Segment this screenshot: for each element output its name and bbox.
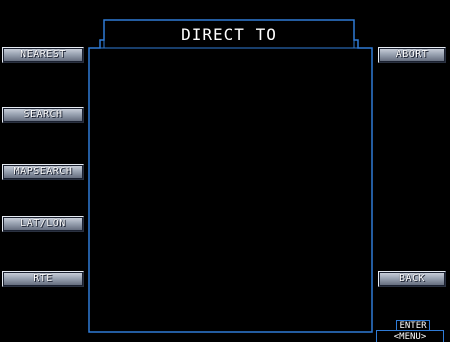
search-button[interactable]: SEARCH <box>2 107 84 123</box>
rte-button[interactable]: RTE <box>2 271 84 287</box>
panel-outline <box>88 19 373 333</box>
nearest-button[interactable]: NEAREST <box>2 47 84 63</box>
menu-label[interactable]: <MENU> <box>376 330 444 342</box>
back-button[interactable]: BACK <box>378 271 446 287</box>
abort-button[interactable]: ABORT <box>378 47 446 63</box>
mapsearch-button[interactable]: MAPSEARCH <box>2 164 84 180</box>
enter-menu-control[interactable]: ENTER <MENU> <box>376 320 448 342</box>
lat-lon-button[interactable]: LAT/LON <box>2 216 84 232</box>
direct-to-screen: DIRECT TO NEAREST SEARCH MAPSEARCH LAT/L… <box>0 0 450 342</box>
page-title: DIRECT TO <box>181 25 277 44</box>
